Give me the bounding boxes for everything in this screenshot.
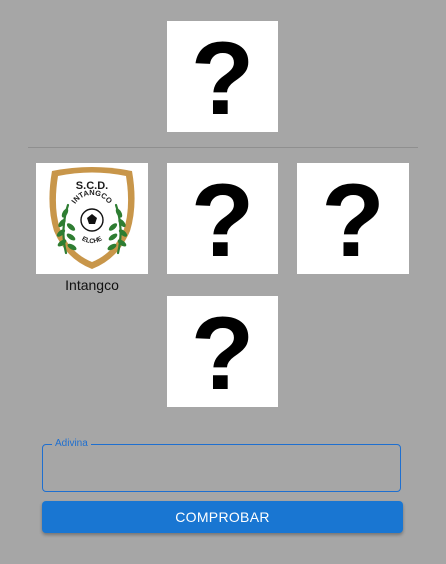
guess-field: Adivina [42,437,401,492]
divider [28,147,418,148]
club-crest-icon: S.C.D. INTANGCO ELCHE [49,166,135,269]
target-card: ? [167,21,278,132]
hidden-card[interactable]: ? [297,163,409,274]
hidden-card[interactable]: ? [167,296,278,407]
revealed-club-name: Intangco [65,277,119,293]
question-mark-icon: ? [190,20,255,137]
question-mark-icon: ? [190,162,255,279]
guess-input[interactable] [43,445,400,491]
hidden-card[interactable]: ? [167,163,278,274]
check-button[interactable]: COMPROBAR [42,501,403,533]
question-mark-icon: ? [190,295,255,412]
revealed-crest-card[interactable]: S.C.D. INTANGCO ELCHE [36,163,148,274]
question-mark-icon: ? [321,162,385,279]
